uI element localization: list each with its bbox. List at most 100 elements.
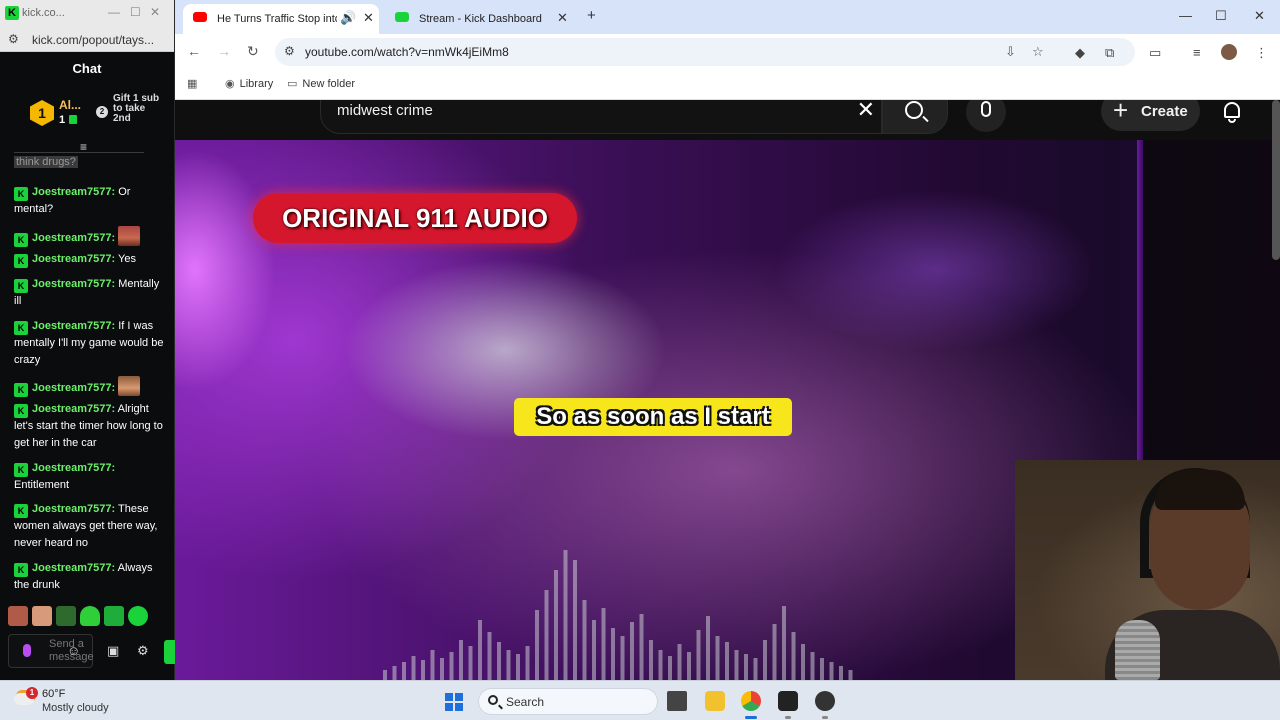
clear-search-icon[interactable]: ✕	[857, 100, 875, 123]
install-app-icon[interactable]: ⇩	[1005, 44, 1016, 60]
chat-username[interactable]: Joestream7577:	[32, 462, 115, 474]
leader-count: 1	[59, 114, 78, 126]
close-icon[interactable]: ✕	[150, 5, 160, 19]
waveform-bar	[677, 644, 682, 680]
ghost-emote-icon[interactable]	[80, 606, 100, 626]
waveform-bar	[402, 662, 406, 680]
back-icon[interactable]: ←	[187, 43, 201, 59]
bookmark-new-folder[interactable]: ▭ New folder	[287, 77, 355, 90]
maximize-icon[interactable]: ☐	[1215, 8, 1227, 24]
chat-username[interactable]: Joestream7577:	[32, 503, 115, 515]
waveform-bar	[506, 650, 511, 680]
reload-icon[interactable]: ↻	[247, 43, 259, 60]
chat-username[interactable]: Joestream7577:	[32, 562, 115, 574]
kick-sub-badge-icon: K	[14, 563, 28, 577]
chat-message: K Joestream7577: Yes	[14, 251, 164, 268]
address-bar[interactable]: ⚙ youtube.com/watch?v=nmWk4jEiMm8 ⇩ ☆	[275, 38, 1135, 66]
extensions-puzzle-icon[interactable]: ⧉	[1105, 45, 1114, 61]
gear-icon[interactable]: ⚙	[137, 643, 149, 659]
weather-widget[interactable]: 1 60°F Mostly cloudy	[14, 687, 134, 717]
laughing-face-emote-icon	[118, 376, 141, 396]
search-input[interactable]: midwest crime	[337, 102, 737, 119]
waveform-bar	[639, 614, 644, 680]
chat-username[interactable]: Joestream7577:	[32, 253, 115, 265]
frog-emote-icon[interactable]	[56, 606, 76, 626]
leaderboard[interactable]: 1 Al... 1 2 Gift 1 sub to take 2nd	[0, 92, 175, 140]
address-url[interactable]: youtube.com/watch?v=nmWk4jEiMm8	[305, 45, 509, 59]
new-tab-icon[interactable]: +	[587, 7, 596, 24]
page-scrollbar[interactable]	[1272, 100, 1280, 260]
waveform-bar	[848, 670, 853, 680]
site-info-icon[interactable]: ⚙	[284, 44, 295, 58]
chat-username[interactable]: Joestream7577:	[32, 403, 115, 415]
voice-search-button[interactable]	[966, 100, 1006, 132]
recent-emotes-bar	[8, 606, 168, 628]
notifications-bell-icon[interactable]	[1222, 102, 1240, 123]
menu-icon[interactable]: ⋮	[1255, 45, 1268, 61]
taskbar-search[interactable]: Search	[478, 688, 658, 715]
chat-message: K Joestream7577: These women always get t…	[14, 501, 164, 552]
face-emote-icon[interactable]	[8, 606, 28, 626]
send-button[interactable]	[164, 640, 175, 664]
weather-temp: 60°F	[42, 688, 66, 700]
app-icon[interactable]	[815, 691, 835, 711]
waveform-bar	[753, 658, 758, 680]
kick-sub-badge-icon: K	[14, 321, 28, 335]
avatar[interactable]	[1221, 44, 1237, 60]
waveform-bar	[601, 608, 606, 680]
forward-icon[interactable]: →	[217, 43, 231, 59]
file-explorer-icon[interactable]	[705, 691, 725, 711]
apps-grid-icon[interactable]: ▦	[187, 77, 202, 90]
gift-sub-prompt[interactable]: Gift 1 sub to take 2nd	[113, 94, 163, 124]
chat-url[interactable]: kick.com/popout/tays...	[32, 33, 154, 47]
bookmark-star-icon[interactable]: ☆	[1032, 44, 1044, 60]
kick-emote-icon[interactable]	[104, 606, 124, 626]
minimize-icon[interactable]: —	[108, 5, 120, 19]
maximize-icon[interactable]: ☐	[130, 5, 141, 19]
bookmark-library[interactable]: ◉ Library	[225, 77, 273, 90]
close-window-icon[interactable]: ✕	[1254, 8, 1265, 24]
chat-username[interactable]: Joestream7577:	[32, 278, 115, 290]
waveform-bar	[478, 620, 482, 680]
task-view-icon[interactable]	[667, 691, 687, 711]
webcam-overlay	[1015, 460, 1280, 680]
laughing-face-emote-icon[interactable]	[32, 606, 52, 626]
minimize-icon[interactable]: —	[1179, 8, 1192, 23]
chat-popout-window: K kick.co... — ☐ ✕ ⚙ kick.com/popout/tay…	[0, 0, 175, 680]
tab-kick-dashboard[interactable]: Stream - Kick Dashboard ✕	[385, 4, 579, 34]
chat-username[interactable]: Joestream7577:	[32, 232, 115, 244]
leader-name[interactable]: Al...	[59, 98, 81, 112]
obs-icon[interactable]	[778, 691, 798, 711]
chat-header: Chat	[72, 61, 102, 76]
extension-icon[interactable]: ◆	[1075, 45, 1085, 61]
speaker-icon[interactable]: 🔊	[340, 5, 356, 31]
skull-emote-icon[interactable]	[128, 606, 148, 626]
create-button[interactable]: + Create	[1101, 100, 1200, 131]
active-app-indicator	[745, 716, 757, 719]
cast-icon[interactable]: ▭	[1149, 45, 1161, 61]
search-box[interactable]: midwest crime ✕	[320, 100, 882, 134]
windows-start-icon[interactable]	[445, 693, 463, 711]
close-tab-icon[interactable]: ✕	[557, 5, 568, 31]
site-settings-icon[interactable]: ⚙	[8, 32, 19, 46]
waveform-bar	[763, 640, 767, 680]
library-icon: ◉	[225, 78, 235, 90]
chat-message-partial: think drugs?	[14, 152, 144, 174]
chat-username[interactable]: Joestream7577:	[32, 382, 115, 394]
media-controls-icon[interactable]: ≡	[1193, 45, 1201, 60]
chat-address-bar[interactable]: ⚙ kick.com/popout/tays...	[0, 28, 174, 52]
search-button[interactable]	[882, 100, 948, 134]
chat-username[interactable]: Joestream7577:	[32, 186, 115, 198]
emote-picker-icon[interactable]: ☺	[67, 643, 80, 658]
waveform-bar	[535, 610, 539, 680]
chrome-icon[interactable]	[741, 691, 761, 711]
store-icon[interactable]: ▣	[107, 643, 119, 659]
close-tab-icon[interactable]: ✕	[363, 5, 374, 31]
kick-sub-badge-icon: K	[14, 187, 28, 201]
notification-badge: 1	[26, 687, 38, 699]
chat-username[interactable]: Joestream7577:	[32, 320, 115, 332]
tab-youtube[interactable]: He Turns Traffic Stop into F... 🔊 ✕	[183, 4, 379, 34]
mic-icon[interactable]	[23, 644, 31, 657]
waveform-bar	[649, 640, 653, 680]
taskbar: 1 60°F Mostly cloudy Search	[0, 680, 1280, 720]
